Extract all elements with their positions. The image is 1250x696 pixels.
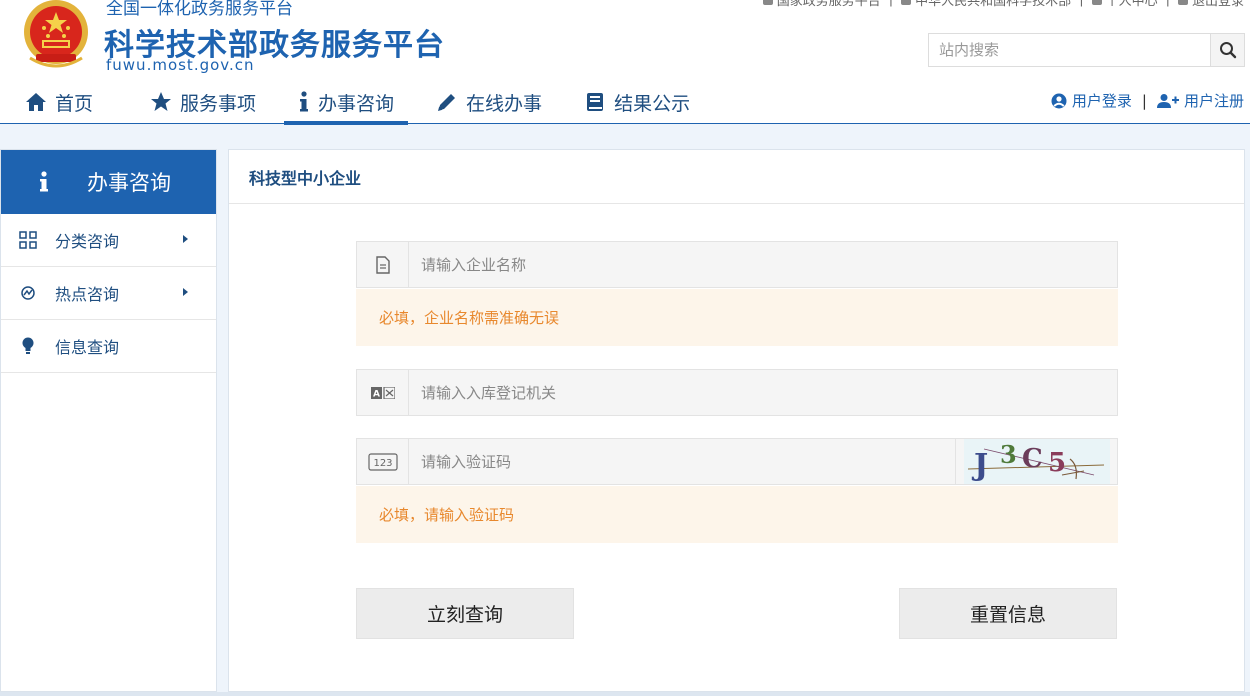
top-link-logout[interactable]: 退出登录 — [1177, 0, 1244, 9]
sidebar-item-category-consult[interactable]: 分类咨询 — [1, 214, 216, 267]
captcha-image[interactable]: J 3 C 5 — [955, 439, 1117, 484]
star-icon — [150, 91, 172, 113]
platform-icon — [762, 0, 773, 5]
captcha-char-2: 3 — [1000, 440, 1017, 469]
info-icon — [1, 171, 87, 193]
svg-text:A: A — [373, 389, 380, 399]
top-links: 国家政务服务平台 | 中华人民共和国科学技术部 | 个人中心 | 退出登录 — [762, 0, 1244, 9]
top-link-most[interactable]: 中华人民共和国科学技术部 — [901, 0, 1071, 9]
search-button[interactable] — [1210, 34, 1244, 66]
panel-title: 科技型中小企业 — [229, 150, 1244, 204]
chevron-right-icon — [183, 235, 188, 243]
home-icon — [25, 91, 47, 113]
main-nav: 首页 服务事项 办事咨询 在线办事 结果公示 — [0, 80, 690, 125]
numeric-123-icon: 123 — [357, 439, 409, 484]
nav-item-results[interactable]: 结果公示 — [584, 80, 690, 124]
hotspot-icon — [1, 285, 55, 301]
sidebar-header: 办事咨询 — [1, 150, 216, 214]
info-icon — [298, 91, 310, 113]
power-icon — [1177, 0, 1188, 5]
company-name-input[interactable] — [409, 242, 1117, 287]
bulb-icon — [1, 337, 55, 355]
search-input[interactable] — [929, 34, 1210, 66]
user-icon — [901, 0, 912, 5]
pencil-icon — [436, 91, 458, 113]
company-name-hint: 必填，企业名称需准确无误 — [356, 289, 1118, 346]
site-search — [928, 33, 1245, 67]
captcha-input[interactable] — [409, 439, 955, 484]
query-panel: 科技型中小企业 必填，企业名称需准确无误 A 123 J 3 C 5 — [228, 149, 1245, 692]
top-link-personal-center[interactable]: 个人中心 — [1091, 0, 1158, 9]
nav-item-home[interactable]: 首页 — [25, 80, 93, 124]
captcha-char-4: 5 — [1048, 448, 1066, 478]
chevron-right-icon — [183, 288, 188, 296]
grid-icon — [1, 231, 55, 249]
register-link[interactable]: 用户注册 — [1156, 90, 1244, 111]
site-url: fuwu.most.gov.cn — [106, 56, 255, 74]
registration-agency-field: A — [356, 369, 1118, 416]
company-name-field — [356, 241, 1118, 288]
login-link[interactable]: 用户登录 — [1051, 90, 1132, 111]
reset-button[interactable]: 重置信息 — [899, 588, 1117, 639]
search-icon — [1219, 42, 1236, 59]
captcha-field: 123 J 3 C 5 — [356, 438, 1118, 485]
edit-icon — [1091, 0, 1102, 5]
svg-text:123: 123 — [373, 458, 392, 469]
page-header: 全国一体化政务服务平台 科学技术部政务服务平台 fuwu.most.gov.cn… — [0, 0, 1250, 125]
query-button[interactable]: 立刻查询 — [356, 588, 574, 639]
registration-agency-input[interactable] — [409, 370, 1117, 415]
translate-icon: A — [357, 370, 409, 415]
user-circle-icon — [1051, 93, 1067, 108]
national-emblem-logo — [24, 0, 88, 68]
book-icon — [584, 91, 606, 113]
nav-item-consult[interactable]: 办事咨询 — [284, 80, 409, 125]
nav-item-services[interactable]: 服务事项 — [150, 80, 256, 124]
document-icon — [357, 242, 409, 287]
user-plus-icon — [1156, 93, 1179, 108]
sidebar-item-info-query[interactable]: 信息查询 — [1, 320, 216, 373]
page-bottom-strip — [0, 692, 1250, 696]
top-link-gov-platform[interactable]: 国家政务服务平台 — [762, 0, 881, 9]
sidebar: 办事咨询 分类咨询 热点咨询 信息查询 — [0, 149, 217, 692]
captcha-char-3: C — [1022, 444, 1043, 474]
nav-item-online[interactable]: 在线办事 — [436, 80, 542, 124]
sidebar-item-hot-consult[interactable]: 热点咨询 — [1, 267, 216, 320]
captcha-hint: 必填，请输入验证码 — [356, 486, 1118, 543]
auth-links: 用户登录 | 用户注册 — [1051, 90, 1244, 111]
captcha-char-1: J — [971, 448, 988, 483]
platform-subtitle: 全国一体化政务服务平台 — [106, 0, 293, 19]
